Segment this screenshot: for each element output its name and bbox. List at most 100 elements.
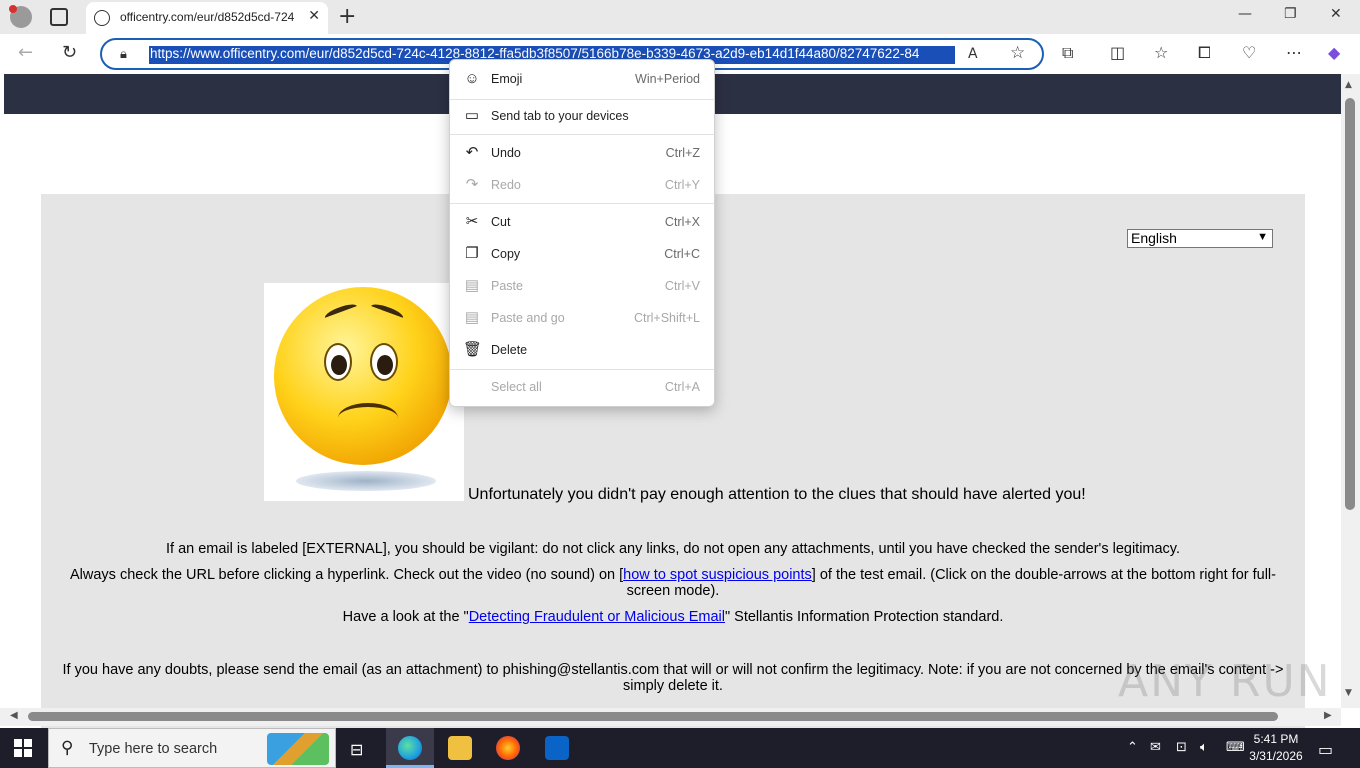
scroll-up-icon[interactable]: ▲ bbox=[1345, 80, 1352, 90]
menu-item-shortcut: Ctrl+A bbox=[664, 380, 700, 394]
menu-item-label: Paste and go bbox=[491, 311, 565, 325]
menu-separator bbox=[450, 99, 714, 100]
edge-icon[interactable] bbox=[398, 736, 422, 760]
menu-item-label: Undo bbox=[491, 146, 521, 160]
taskbar-clock[interactable]: 5:41 PM 3/31/2026 bbox=[1246, 731, 1306, 765]
tab-close-button[interactable]: ✕ bbox=[308, 8, 320, 24]
language-select-value: English bbox=[1131, 230, 1177, 246]
add-favorite-icon[interactable]: ☆ bbox=[1010, 43, 1025, 63]
tray-keyboard-icon[interactable]: ⌨ bbox=[1226, 740, 1245, 755]
menu-separator bbox=[450, 369, 714, 370]
collections-icon[interactable]: ⧠ bbox=[1198, 43, 1211, 63]
paragraph-standard-after: " Stellantis Information Protection stan… bbox=[724, 609, 1004, 625]
horizontal-scroll-thumb[interactable] bbox=[28, 712, 1278, 721]
tray-volume-icon[interactable]: 🔈︎ bbox=[1200, 740, 1208, 755]
more-icon[interactable]: ⋯ bbox=[1286, 43, 1302, 62]
menu-item-label: Emoji bbox=[491, 72, 523, 86]
favorites-icon[interactable]: ☆ bbox=[1154, 43, 1168, 62]
anyrun-watermark: ANY RUN bbox=[1118, 656, 1332, 707]
lock-icon[interactable]: 🔒︎ bbox=[120, 47, 127, 62]
extensions-icon[interactable]: ⧉ bbox=[1062, 43, 1073, 63]
menu-item-label: Redo bbox=[491, 178, 521, 192]
emoji-icon: ☺ bbox=[464, 70, 480, 87]
back-button[interactable]: ← bbox=[18, 42, 33, 63]
read-aloud-icon[interactable]: A bbox=[968, 46, 978, 62]
emoji-left-pupil bbox=[331, 355, 347, 375]
menu-item-label: Copy bbox=[491, 247, 521, 261]
menu-item-cut[interactable]: ✂ Cut Ctrl+X bbox=[450, 209, 714, 237]
menu-separator bbox=[450, 203, 714, 204]
profile-avatar-icon[interactable] bbox=[9, 5, 32, 28]
tray-network-icon[interactable]: ⊡ bbox=[1176, 740, 1187, 755]
taskbar: ⚲ Type here to search ⊟ ⌃ ✉ ⊡ 🔈︎ ⌨ 5:41 … bbox=[0, 728, 1360, 768]
minimize-button[interactable]: — bbox=[1238, 6, 1252, 22]
result-headline: Unfortunately you didn't pay enough atte… bbox=[468, 486, 1086, 503]
new-tab-button[interactable]: + bbox=[338, 4, 356, 29]
scroll-right-icon[interactable]: ▶ bbox=[1324, 710, 1332, 721]
menu-item-paste: ▤ Paste Ctrl+V bbox=[450, 273, 714, 301]
firefox-icon[interactable] bbox=[496, 736, 520, 760]
search-placeholder: Type here to search bbox=[89, 741, 218, 757]
fraudulent-email-link[interactable]: Detecting Fraudulent or Malicious Email bbox=[469, 609, 725, 625]
menu-item-shortcut: Ctrl+C bbox=[664, 247, 700, 261]
windows-start-icon[interactable] bbox=[14, 739, 32, 757]
emoji-face bbox=[274, 287, 452, 465]
refresh-button[interactable]: ↻ bbox=[62, 42, 77, 63]
notifications-icon[interactable]: ▭ bbox=[1318, 740, 1333, 759]
undo-icon: ↶ bbox=[465, 144, 479, 161]
devices-icon: ▭ bbox=[464, 107, 480, 124]
copilot-icon[interactable]: ◆ bbox=[1328, 43, 1340, 62]
emoji-right-pupil bbox=[377, 355, 393, 375]
menu-item-emoji[interactable]: ☺ Emoji Win+Period bbox=[450, 66, 714, 94]
paragraph-external-warning: If an email is labeled [EXTERNAL], you s… bbox=[165, 541, 1181, 557]
emoji-shadow bbox=[296, 471, 436, 491]
restore-button[interactable]: ❐ bbox=[1284, 6, 1297, 22]
paragraph-standard: Have a look at the "Detecting Fraudulent… bbox=[60, 609, 1286, 625]
paste-icon: ▤ bbox=[464, 277, 480, 294]
browser-essentials-icon[interactable]: ♡ bbox=[1242, 43, 1256, 62]
clock-date: 3/31/2026 bbox=[1249, 749, 1303, 763]
vertical-scrollbar[interactable]: ▲ ▼ bbox=[1341, 74, 1360, 708]
menu-item-send-tab[interactable]: ▭ Send tab to your devices bbox=[450, 103, 714, 131]
search-highlight-image bbox=[267, 733, 329, 765]
clock-time: 5:41 PM bbox=[1253, 732, 1299, 746]
menu-item-copy[interactable]: ❐ Copy Ctrl+C bbox=[450, 241, 714, 269]
trash-icon: 🗑 bbox=[463, 341, 483, 358]
taskbar-search[interactable]: ⚲ Type here to search bbox=[48, 728, 336, 768]
language-select[interactable]: English ▼ bbox=[1127, 229, 1273, 248]
window-close-button[interactable]: ✕ bbox=[1330, 6, 1342, 22]
outlook-icon[interactable] bbox=[545, 736, 569, 760]
paragraph-doubts: If you have any doubts, please send the … bbox=[62, 662, 1284, 694]
tab-actions-icon[interactable] bbox=[50, 8, 68, 26]
menu-item-select-all: Select all Ctrl+A bbox=[450, 374, 714, 402]
task-view-icon[interactable]: ⊟ bbox=[350, 740, 363, 759]
emoji-left-eye bbox=[324, 343, 352, 381]
menu-item-shortcut: Ctrl+V bbox=[664, 279, 700, 293]
menu-separator bbox=[450, 134, 714, 135]
emoji-mouth bbox=[338, 403, 398, 433]
menu-item-shortcut: Ctrl+Shift+L bbox=[633, 311, 700, 325]
tray-outlook-icon[interactable]: ✉ bbox=[1150, 740, 1161, 755]
scroll-left-icon[interactable]: ◀ bbox=[10, 710, 18, 721]
split-screen-icon[interactable]: ◫ bbox=[1110, 43, 1125, 62]
menu-item-undo[interactable]: ↶ Undo Ctrl+Z bbox=[450, 140, 714, 168]
vertical-scroll-thumb[interactable] bbox=[1345, 98, 1355, 510]
menu-item-delete[interactable]: 🗑 Delete bbox=[450, 337, 714, 365]
tray-chevron-up-icon[interactable]: ⌃ bbox=[1127, 740, 1138, 755]
menu-item-label: Select all bbox=[491, 380, 542, 394]
menu-item-redo: ↷ Redo Ctrl+Y bbox=[450, 172, 714, 200]
site-globe-icon bbox=[94, 10, 110, 26]
horizontal-scrollbar[interactable]: ◀ ▶ bbox=[0, 708, 1341, 726]
paste-go-icon: ▤ bbox=[464, 309, 480, 326]
menu-item-shortcut: Win+Period bbox=[635, 72, 700, 86]
browser-tabstrip: officentry.com/eur/d852d5cd-724 ✕ + — ❐ … bbox=[0, 0, 1360, 34]
scroll-down-icon[interactable]: ▼ bbox=[1345, 688, 1352, 698]
suspicious-points-link[interactable]: how to spot suspicious points bbox=[623, 567, 812, 583]
menu-item-label: Paste bbox=[491, 279, 523, 293]
file-explorer-icon[interactable] bbox=[448, 736, 472, 760]
search-icon: ⚲ bbox=[61, 738, 74, 758]
menu-item-shortcut: Ctrl+Z bbox=[665, 146, 700, 160]
browser-tab-active[interactable]: officentry.com/eur/d852d5cd-724 ✕ bbox=[86, 2, 328, 34]
sad-emoji-image bbox=[264, 283, 464, 501]
emoji-left-brow bbox=[323, 301, 359, 323]
